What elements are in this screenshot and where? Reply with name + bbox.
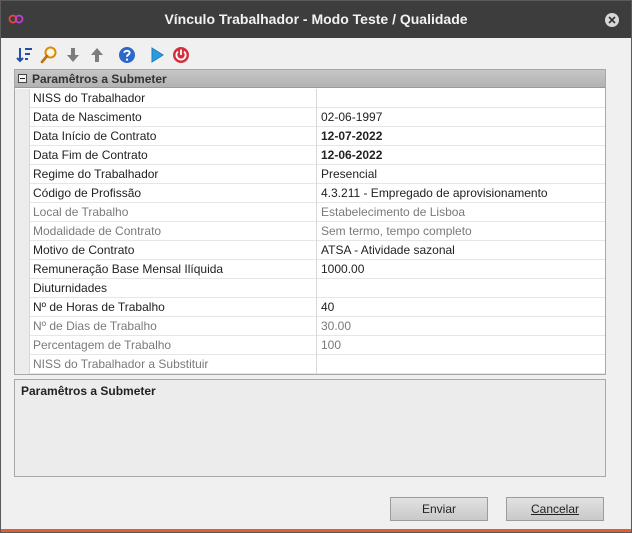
close-icon: [608, 16, 616, 24]
row-label: Local de Trabalho: [30, 203, 317, 222]
row-value-field[interactable]: 12-07-2022: [318, 127, 605, 146]
search-icon: [40, 46, 57, 64]
dialog-window: Vínculo Trabalhador - Modo Teste / Quali…: [0, 0, 632, 533]
grid-section-header: Paramêtros a Submeter: [15, 70, 605, 88]
table-row[interactable]: NISS do Trabalhador a Substituir: [15, 355, 605, 374]
row-gutter: [15, 203, 30, 222]
property-grid: Paramêtros a Submeter NISS do Trabalhado…: [14, 69, 606, 375]
table-row[interactable]: Nº de Horas de Trabalho 40: [15, 298, 605, 317]
row-gutter: [15, 355, 30, 374]
row-value-field[interactable]: 100: [318, 336, 605, 355]
sort-icon: [16, 48, 32, 63]
accent-bar: [1, 529, 631, 532]
search-button[interactable]: [39, 45, 59, 65]
row-gutter: [15, 165, 30, 184]
description-title: Paramêtros a Submeter: [21, 384, 156, 398]
row-label: Remuneração Base Mensal Ilíquida: [30, 260, 317, 279]
stop-button[interactable]: [171, 45, 191, 65]
row-value-field[interactable]: Estabelecimento de Lisboa: [318, 203, 605, 222]
send-button-label: Enviar: [421, 502, 456, 516]
title-bar[interactable]: Vínculo Trabalhador - Modo Teste / Quali…: [1, 1, 631, 38]
row-label: Data de Nascimento: [30, 108, 317, 127]
row-gutter: [15, 260, 30, 279]
help-icon: [119, 47, 135, 63]
table-row[interactable]: Código de Profissão 4.3.211 - Empregado d…: [15, 184, 605, 203]
row-value-field[interactable]: [318, 279, 605, 298]
power-icon: [173, 47, 189, 63]
row-value-field[interactable]: 1000.00: [318, 260, 605, 279]
cancel-button-label: Cancelar: [530, 502, 580, 516]
row-value-field[interactable]: 4.3.211 - Empregado de aprovisionamento: [318, 184, 605, 203]
row-gutter: [15, 184, 30, 203]
row-value-field[interactable]: Sem termo, tempo completo: [318, 222, 605, 241]
grid-rows: NISS do Trabalhador Data de Nascimento 02-…: [15, 89, 605, 374]
row-label: NISS do Trabalhador a Substituir: [30, 355, 317, 374]
row-gutter: [15, 279, 30, 298]
row-label: Nº de Horas de Trabalho: [30, 298, 317, 317]
row-value-field[interactable]: 12-06-2022: [318, 146, 605, 165]
cancel-button[interactable]: Cancelar: [506, 497, 604, 521]
row-value-field[interactable]: Presencial: [318, 165, 605, 184]
description-panel: Paramêtros a Submeter: [14, 379, 606, 477]
row-label: NISS do Trabalhador: [30, 89, 317, 108]
row-value-field[interactable]: [318, 355, 605, 374]
help-button[interactable]: [117, 45, 137, 65]
table-row[interactable]: Modalidade de Contrato Sem termo, tempo c…: [15, 222, 605, 241]
table-row[interactable]: Remuneração Base Mensal Ilíquida 1000.00: [15, 260, 605, 279]
row-value-field[interactable]: 40: [318, 298, 605, 317]
row-gutter: [15, 241, 30, 260]
row-gutter: [15, 298, 30, 317]
table-row[interactable]: Motivo de Contrato ATSA - Atividade sazon…: [15, 241, 605, 260]
row-label: Percentagem de Trabalho: [30, 336, 317, 355]
sort-button[interactable]: [15, 45, 35, 65]
row-label: Código de Profissão: [30, 184, 317, 203]
row-value-field[interactable]: 30.00: [318, 317, 605, 336]
arrow-up-icon: [91, 48, 103, 62]
table-row[interactable]: Diuturnidades: [15, 279, 605, 298]
row-label: Data Fim de Contrato: [30, 146, 317, 165]
collapse-toggle[interactable]: [18, 74, 27, 83]
play-icon: [151, 47, 164, 63]
row-gutter: [15, 89, 30, 108]
section-title: Paramêtros a Submeter: [32, 72, 167, 86]
table-row[interactable]: Data Início de Contrato 12-07-2022: [15, 127, 605, 146]
row-gutter: [15, 108, 30, 127]
row-label: Diuturnidades: [30, 279, 317, 298]
row-label: Motivo de Contrato: [30, 241, 317, 260]
row-value-field[interactable]: ATSA - Atividade sazonal: [318, 241, 605, 260]
table-row[interactable]: Percentagem de Trabalho 100: [15, 336, 605, 355]
row-label: Modalidade de Contrato: [30, 222, 317, 241]
row-label: Nº de Dias de Trabalho: [30, 317, 317, 336]
table-row[interactable]: Local de Trabalho Estabelecimento de Lisb…: [15, 203, 605, 222]
move-up-button[interactable]: [87, 45, 107, 65]
row-gutter: [15, 317, 30, 336]
run-button[interactable]: [147, 45, 167, 65]
row-gutter: [15, 127, 30, 146]
move-down-button[interactable]: [63, 45, 83, 65]
row-gutter: [15, 146, 30, 165]
table-row[interactable]: NISS do Trabalhador: [15, 89, 605, 108]
window-title: Vínculo Trabalhador - Modo Teste / Quali…: [164, 11, 468, 27]
table-row[interactable]: Data de Nascimento 02-06-1997: [15, 108, 605, 127]
arrow-down-icon: [67, 48, 79, 62]
send-button[interactable]: Enviar: [390, 497, 488, 521]
row-value-field[interactable]: 02-06-1997: [318, 108, 605, 127]
table-row[interactable]: Regime do Trabalhador Presencial: [15, 165, 605, 184]
table-row[interactable]: Data Fim de Contrato 12-06-2022: [15, 146, 605, 165]
row-label: Data Início de Contrato: [30, 127, 317, 146]
table-row[interactable]: Nº de Dias de Trabalho 30.00: [15, 317, 605, 336]
row-gutter: [15, 336, 30, 355]
row-gutter: [15, 222, 30, 241]
row-label: Regime do Trabalhador: [30, 165, 317, 184]
row-value-field[interactable]: [318, 89, 605, 108]
close-button[interactable]: [605, 13, 619, 27]
